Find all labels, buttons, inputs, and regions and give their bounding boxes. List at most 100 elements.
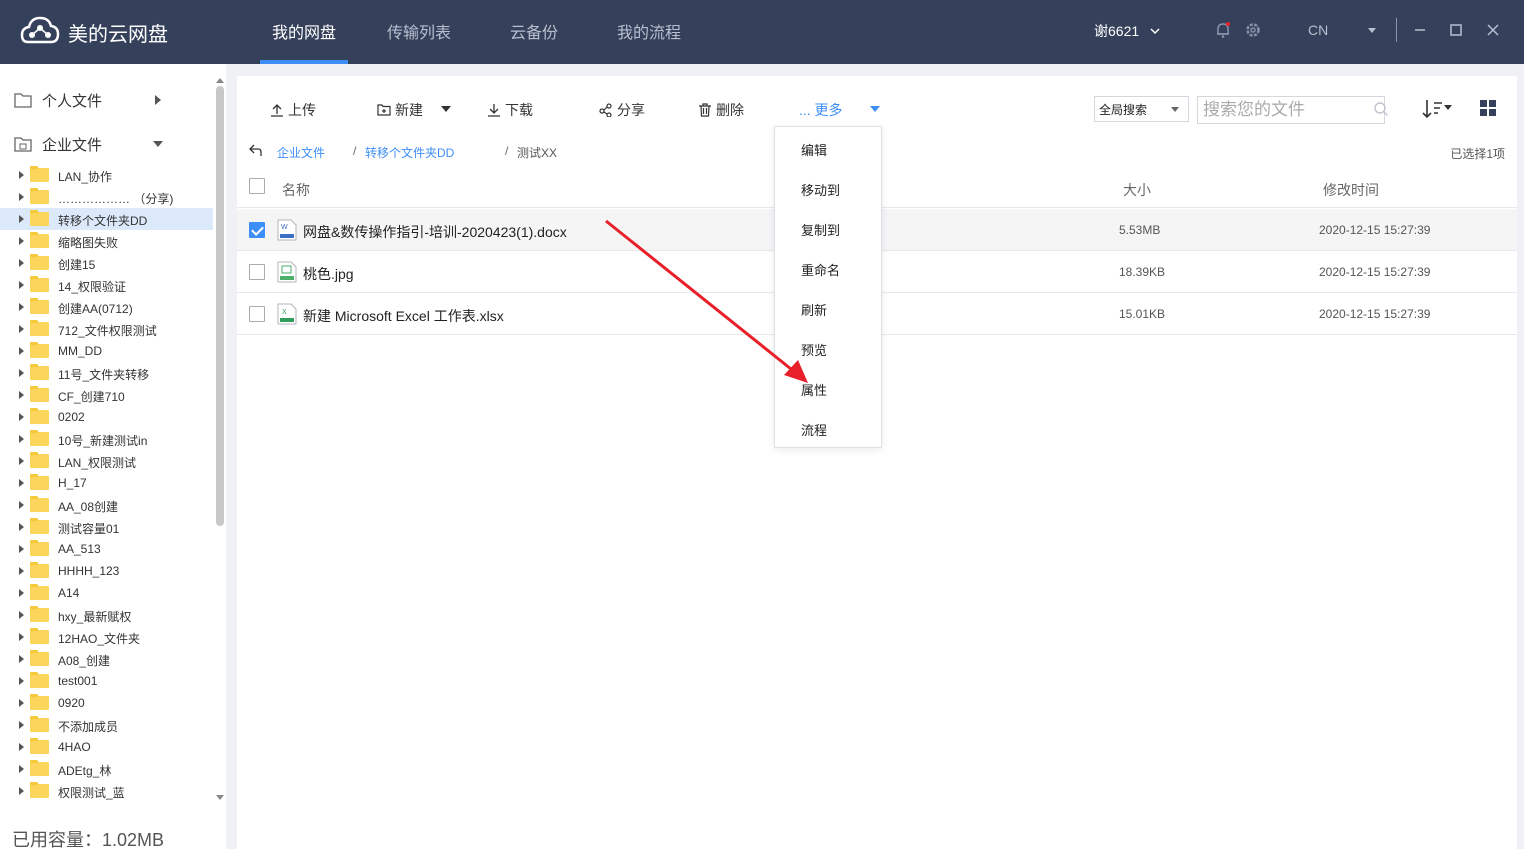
tab-my-drive[interactable]: 我的网盘	[272, 19, 336, 43]
row-checkbox[interactable]	[249, 264, 265, 280]
sidebar-folder-item[interactable]: 缩略图失败	[0, 230, 213, 252]
sidebar-folder-item[interactable]: 0920	[0, 692, 213, 714]
column-header-size[interactable]: 大小	[1123, 180, 1151, 200]
menu-item-edit[interactable]: 编辑	[801, 140, 827, 159]
gear-icon[interactable]	[1243, 20, 1263, 40]
menu-item-preview[interactable]: 预览	[801, 340, 827, 359]
expand-arrow-icon[interactable]	[19, 259, 24, 267]
expand-arrow-icon[interactable]	[19, 479, 24, 487]
chevron-down-icon[interactable]	[1149, 25, 1161, 37]
sidebar-scrollbar-thumb[interactable]	[216, 86, 224, 526]
breadcrumb-root[interactable]: 企业文件	[277, 144, 325, 161]
expand-arrow-icon[interactable]	[19, 325, 24, 333]
expand-arrow-icon[interactable]	[19, 545, 24, 553]
search-input[interactable]	[1197, 96, 1385, 124]
menu-item-workflow[interactable]: 流程	[801, 420, 827, 439]
sidebar-folder-item[interactable]: 0202	[0, 406, 213, 428]
expand-arrow-icon[interactable]	[19, 787, 24, 795]
sidebar-folder-item[interactable]: LAN_协作	[0, 164, 213, 186]
menu-item-rename[interactable]: 重命名	[801, 260, 840, 279]
expand-arrow-icon[interactable]	[19, 523, 24, 531]
breadcrumb-folder[interactable]: 转移个文件夹DD	[365, 144, 454, 161]
user-menu[interactable]: 谢6621	[1094, 21, 1139, 41]
share-button[interactable]: 分享	[599, 100, 645, 120]
expand-arrow-icon[interactable]	[19, 215, 24, 223]
column-header-name[interactable]: 名称	[282, 180, 310, 200]
sidebar-folder-item[interactable]: 创建15	[0, 252, 213, 274]
maximize-icon[interactable]	[1446, 20, 1466, 40]
expand-arrow-icon[interactable]	[19, 457, 24, 465]
sidebar-folder-item[interactable]: 4HAO	[0, 736, 213, 758]
expand-arrow-icon[interactable]	[19, 347, 24, 355]
delete-button[interactable]: 删除	[698, 100, 744, 120]
row-checkbox[interactable]	[249, 306, 265, 322]
back-icon[interactable]	[249, 143, 263, 157]
sidebar-folder-item[interactable]: test001	[0, 670, 213, 692]
search-scope-select[interactable]: 全局搜索	[1094, 96, 1189, 122]
expand-arrow-icon[interactable]	[19, 303, 24, 311]
new-button[interactable]: 新建	[377, 100, 423, 120]
expand-arrow-icon[interactable]	[19, 413, 24, 421]
expand-arrow-icon[interactable]	[19, 655, 24, 663]
expand-arrow-icon[interactable]	[19, 721, 24, 729]
menu-item-refresh[interactable]: 刷新	[801, 300, 827, 319]
select-all-checkbox[interactable]	[249, 178, 265, 194]
sidebar-folder-item[interactable]: MM_DD	[0, 340, 213, 362]
menu-item-copy-to[interactable]: 复制到	[801, 220, 840, 239]
sidebar-folder-item[interactable]: 712_文件权限测试	[0, 318, 213, 340]
tab-my-workflow[interactable]: 我的流程	[617, 19, 681, 43]
sidebar-folder-item[interactable]: ADEtg_林	[0, 758, 213, 780]
expand-arrow-icon[interactable]	[19, 567, 24, 575]
search-icon[interactable]	[1373, 101, 1389, 117]
grid-view-icon[interactable]	[1480, 100, 1496, 116]
expand-arrow-icon[interactable]	[19, 501, 24, 509]
sidebar-folder-item[interactable]: HHHH_123	[0, 560, 213, 582]
close-icon[interactable]	[1483, 20, 1503, 40]
download-button[interactable]: 下载	[487, 100, 533, 120]
sidebar-folder-item[interactable]: CF_创建710	[0, 384, 213, 406]
sidebar-folder-item[interactable]: AA_513	[0, 538, 213, 560]
expand-arrow-icon[interactable]	[19, 435, 24, 443]
scroll-down-arrow[interactable]	[216, 795, 224, 800]
sidebar-folder-item[interactable]: 12HAO_文件夹	[0, 626, 213, 648]
expand-arrow-icon[interactable]	[19, 677, 24, 685]
caret-right-icon[interactable]	[154, 95, 162, 105]
sidebar-item-enterprise-files[interactable]: 企业文件	[14, 133, 102, 155]
caret-down-icon[interactable]	[153, 140, 163, 148]
minimize-icon[interactable]	[1410, 20, 1430, 40]
caret-down-icon[interactable]	[1366, 24, 1378, 36]
sidebar-folder-item[interactable]: 测试容量01	[0, 516, 213, 538]
expand-arrow-icon[interactable]	[19, 633, 24, 641]
new-dropdown-caret[interactable]	[441, 106, 451, 112]
sidebar-folder-item[interactable]: AA_08创建	[0, 494, 213, 516]
sidebar-folder-item[interactable]: 不添加成员	[0, 714, 213, 736]
expand-arrow-icon[interactable]	[19, 743, 24, 751]
expand-arrow-icon[interactable]	[19, 765, 24, 773]
sidebar-folder-item[interactable]: 创建AA(0712)	[0, 296, 213, 318]
sidebar-folder-item[interactable]: 权限测试_蓝	[0, 780, 213, 802]
more-button[interactable]: ... 更多	[799, 100, 843, 120]
tab-cloud-backup[interactable]: 云备份	[510, 19, 558, 43]
scroll-up-arrow[interactable]	[216, 78, 224, 83]
sidebar-folder-item[interactable]: LAN_权限测试	[0, 450, 213, 472]
sidebar-folder-item[interactable]: ……………… （分享)	[0, 186, 213, 208]
sidebar-folder-item[interactable]: A14	[0, 582, 213, 604]
expand-arrow-icon[interactable]	[19, 611, 24, 619]
expand-arrow-icon[interactable]	[19, 589, 24, 597]
sidebar-item-personal-files[interactable]: 个人文件	[14, 89, 102, 111]
column-header-modified[interactable]: 修改时间	[1323, 180, 1379, 200]
sidebar-folder-item[interactable]: 转移个文件夹DD	[0, 208, 213, 230]
file-name[interactable]: 网盘&数传操作指引-培训-2020423(1).docx	[303, 222, 567, 242]
language-selector[interactable]: CN	[1308, 22, 1328, 38]
row-checkbox[interactable]	[249, 222, 265, 238]
sidebar-folder-item[interactable]: hxy_最新赋权	[0, 604, 213, 626]
sidebar-folder-item[interactable]: 11号_文件夹转移	[0, 362, 213, 384]
sidebar-folder-item[interactable]: 10号_新建测试in	[0, 428, 213, 450]
expand-arrow-icon[interactable]	[19, 391, 24, 399]
expand-arrow-icon[interactable]	[19, 281, 24, 289]
expand-arrow-icon[interactable]	[19, 171, 24, 179]
expand-arrow-icon[interactable]	[19, 237, 24, 245]
menu-item-properties[interactable]: 属性	[801, 380, 827, 399]
expand-arrow-icon[interactable]	[19, 193, 24, 201]
sidebar-folder-item[interactable]: A08_创建	[0, 648, 213, 670]
